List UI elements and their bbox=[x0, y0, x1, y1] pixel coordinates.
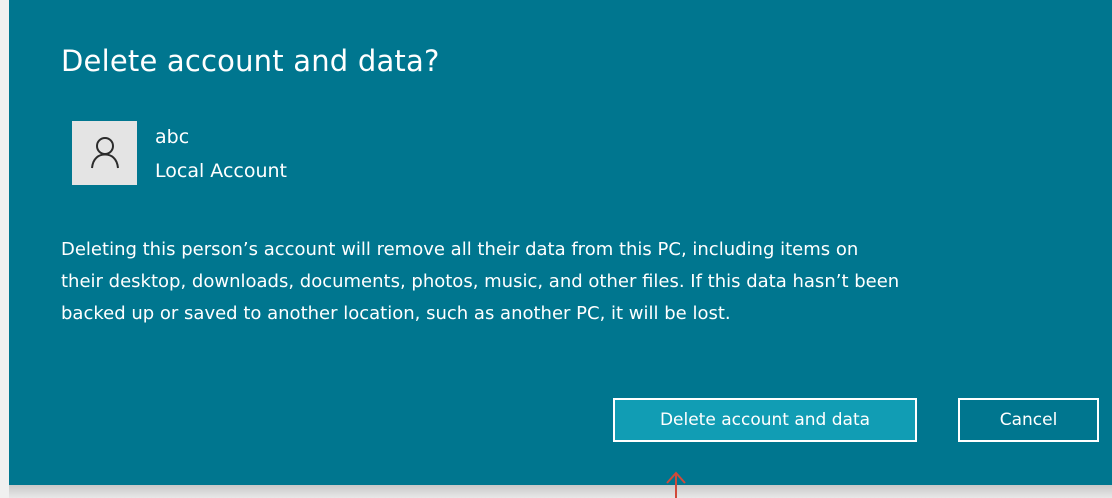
account-name: abc bbox=[155, 126, 190, 148]
account-type: Local Account bbox=[155, 160, 287, 182]
warning-message-line: their desktop, downloads, documents, pho… bbox=[61, 271, 900, 292]
account-avatar bbox=[72, 121, 137, 185]
cancel-button[interactable]: Cancel bbox=[958, 398, 1099, 442]
delete-account-and-data-button[interactable]: Delete account and data bbox=[613, 398, 917, 442]
person-icon bbox=[90, 137, 119, 169]
warning-message-line: backed up or saved to another location, … bbox=[61, 303, 731, 324]
dialog-shadow bbox=[9, 485, 1112, 498]
annotation-arrow-icon bbox=[666, 471, 686, 498]
warning-message-line: Deleting this person’s account will remo… bbox=[61, 239, 859, 260]
warning-message: Deleting this person’s account will remo… bbox=[61, 234, 1071, 330]
delete-account-dialog: Delete account and data? abc Local Accou… bbox=[9, 0, 1112, 485]
left-window-edge bbox=[0, 0, 9, 498]
screen: Delete account and data? abc Local Accou… bbox=[0, 0, 1112, 498]
dialog-title: Delete account and data? bbox=[61, 44, 440, 78]
